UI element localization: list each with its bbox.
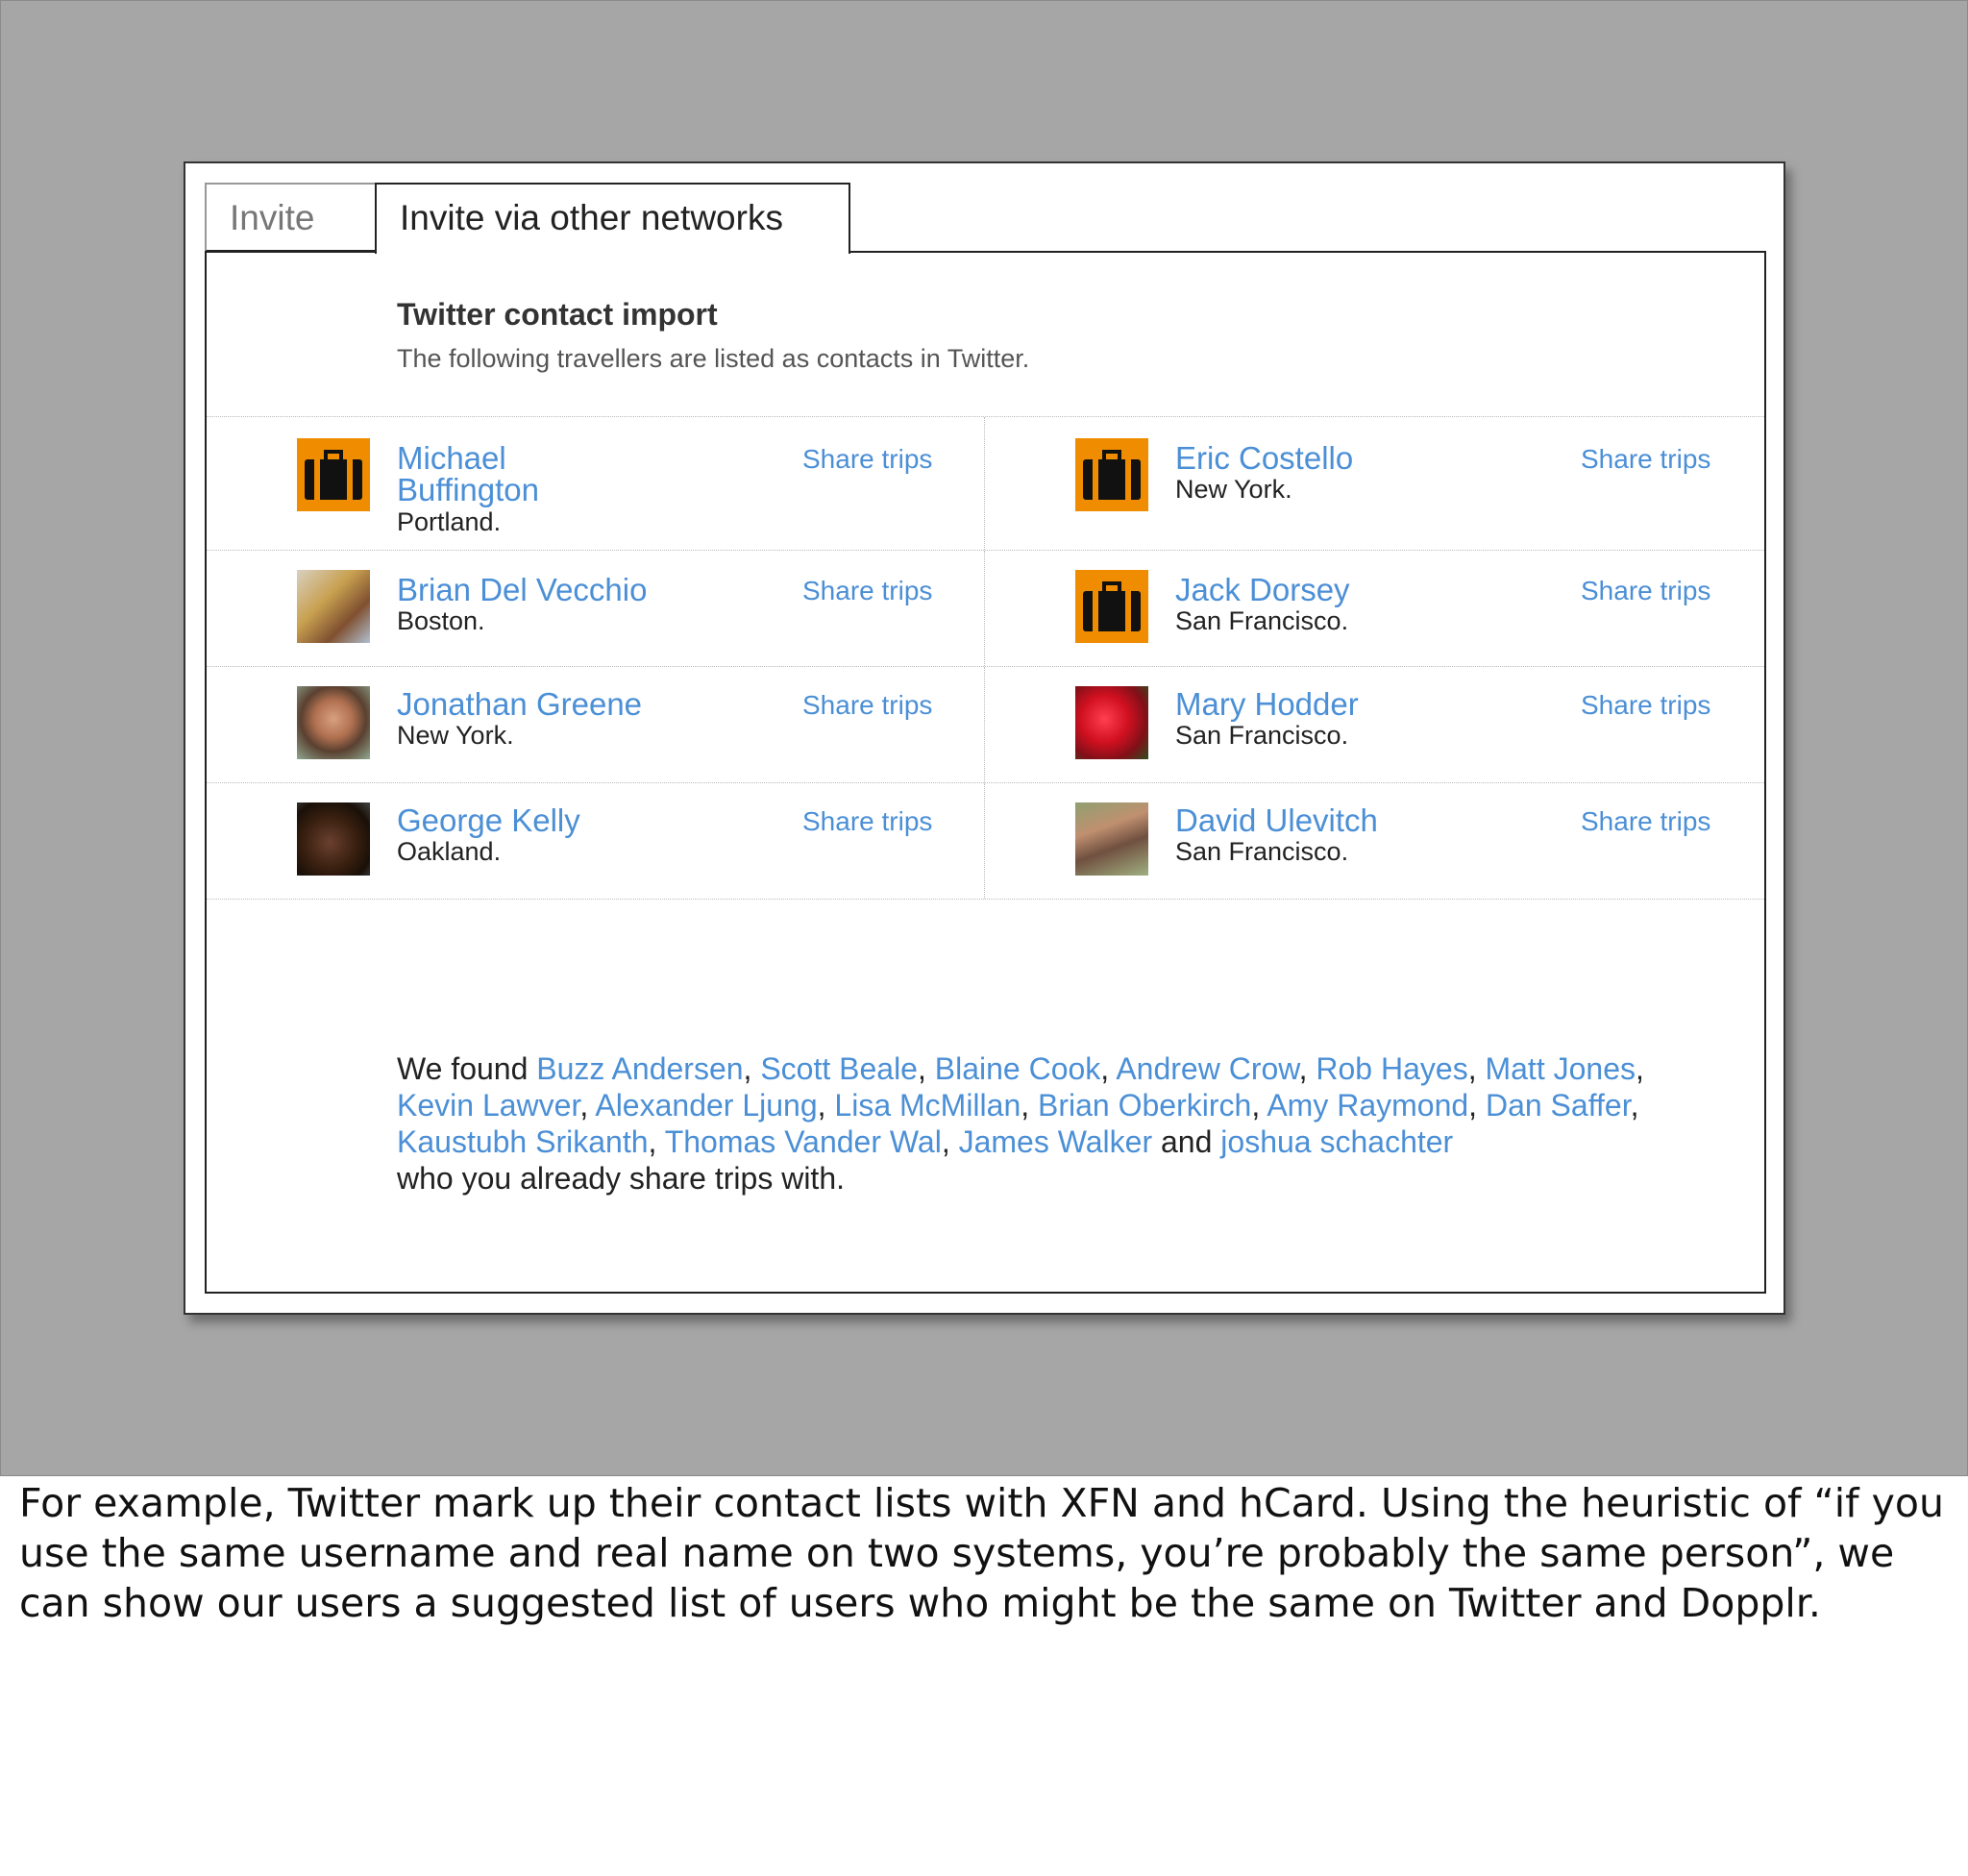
contact-card: David Ulevitch San Francisco. Share trip…	[985, 783, 1763, 899]
share-trips-link[interactable]: Share trips	[1581, 444, 1710, 475]
found-name-link[interactable]: Blaine Cook	[935, 1051, 1101, 1086]
found-name-link[interactable]: Alexander Ljung	[595, 1088, 817, 1123]
contact-card: Mary Hodder San Francisco. Share trips	[985, 667, 1763, 782]
found-name-link[interactable]: Dan Saffer	[1486, 1088, 1631, 1123]
avatar	[1075, 802, 1148, 876]
table-row: George Kelly Oakland. Share trips David …	[207, 783, 1764, 900]
panel-subtitle: The following travellers are listed as c…	[397, 344, 1030, 373]
share-trips-link[interactable]: Share trips	[802, 690, 932, 721]
avatar	[297, 686, 370, 759]
contact-city: San Francisco.	[1175, 606, 1349, 635]
tab-invite-via-other-networks[interactable]: Invite via other networks	[375, 183, 850, 254]
contact-card: Eric Costello New York. Share trips	[985, 417, 1763, 550]
contact-city: New York.	[397, 721, 514, 750]
already-sharing-text: We found Buzz Andersen, Scott Beale, Bla…	[397, 1050, 1723, 1197]
contact-city: Portland.	[397, 507, 502, 536]
contact-name-link[interactable]: Michael	[397, 442, 506, 474]
found-suffix: who you already share trips with.	[397, 1161, 845, 1196]
found-name-link[interactable]: Amy Raymond	[1267, 1088, 1468, 1123]
found-name-link[interactable]: Matt Jones	[1485, 1051, 1636, 1086]
contact-city: Oakland.	[397, 837, 502, 866]
found-and: and	[1161, 1124, 1213, 1159]
avatar	[297, 802, 370, 876]
suitcase-icon	[1075, 570, 1148, 643]
found-name-link[interactable]: Scott Beale	[760, 1051, 918, 1086]
contact-name-link[interactable]: George Kelly	[397, 804, 580, 836]
contact-city: New York.	[1175, 475, 1292, 504]
share-trips-link[interactable]: Share trips	[1581, 690, 1710, 721]
found-name-link[interactable]: Brian Oberkirch	[1038, 1088, 1251, 1123]
contact-grid: Michael Buffington Portland. Share trips…	[207, 416, 1764, 900]
contact-name-link[interactable]: Jack Dorsey	[1175, 574, 1350, 605]
contact-city: San Francisco.	[1175, 721, 1349, 750]
found-name-link[interactable]: joshua schachter	[1220, 1124, 1453, 1159]
contact-card: Jack Dorsey San Francisco. Share trips	[985, 551, 1763, 666]
share-trips-link[interactable]: Share trips	[1581, 576, 1710, 606]
found-name-link[interactable]: Kaustubh Srikanth	[397, 1124, 649, 1159]
found-name-link[interactable]: Lisa McMillan	[834, 1088, 1021, 1123]
contact-card: Brian Del Vecchio Boston. Share trips	[207, 551, 985, 666]
contact-card: Jonathan Greene New York. Share trips	[207, 667, 985, 782]
share-trips-link[interactable]: Share trips	[1581, 806, 1710, 837]
share-trips-link[interactable]: Share trips	[802, 576, 932, 606]
contact-name-link[interactable]: David Ulevitch	[1175, 804, 1378, 836]
avatar	[1075, 686, 1148, 759]
table-row: Brian Del Vecchio Boston. Share trips Ja…	[207, 551, 1764, 667]
share-trips-link[interactable]: Share trips	[802, 444, 932, 475]
invite-panel: Twitter contact import The following tra…	[205, 251, 1766, 1294]
contact-name-link[interactable]: Buffington	[397, 474, 539, 506]
tab-invite[interactable]: Invite	[205, 183, 377, 252]
found-name-link[interactable]: Thomas Vander Wal	[665, 1124, 942, 1159]
contact-city: San Francisco.	[1175, 837, 1349, 866]
screenshot-frame: Invite Invite via other networks Twitter…	[184, 161, 1785, 1315]
contact-name-link[interactable]: Eric Costello	[1175, 442, 1353, 474]
suitcase-icon	[297, 438, 370, 511]
contact-name-link[interactable]: Brian Del Vecchio	[397, 574, 647, 605]
contact-card: Michael Buffington Portland. Share trips	[207, 417, 985, 550]
share-trips-link[interactable]: Share trips	[802, 806, 932, 837]
avatar	[297, 570, 370, 643]
slide-caption: For example, Twitter mark up their conta…	[19, 1480, 1944, 1626]
contact-name-link[interactable]: Jonathan Greene	[397, 688, 642, 720]
panel-title: Twitter contact import	[397, 297, 718, 332]
found-prefix: We found	[397, 1051, 529, 1086]
found-name-link[interactable]: James Walker	[959, 1124, 1153, 1159]
found-name-link[interactable]: Kevin Lawver	[397, 1088, 579, 1123]
found-names-list: Buzz Andersen, Scott Beale, Blaine Cook,…	[397, 1051, 1644, 1159]
table-row: Michael Buffington Portland. Share trips…	[207, 417, 1764, 551]
contact-city: Boston.	[397, 606, 485, 635]
suitcase-icon	[1075, 438, 1148, 511]
found-name-link[interactable]: Buzz Andersen	[536, 1051, 743, 1086]
found-name-link[interactable]: Rob Hayes	[1316, 1051, 1467, 1086]
found-name-link[interactable]: Andrew Crow	[1116, 1051, 1298, 1086]
contact-name-link[interactable]: Mary Hodder	[1175, 688, 1359, 720]
table-row: Jonathan Greene New York. Share trips Ma…	[207, 667, 1764, 783]
contact-card: George Kelly Oakland. Share trips	[207, 783, 985, 899]
